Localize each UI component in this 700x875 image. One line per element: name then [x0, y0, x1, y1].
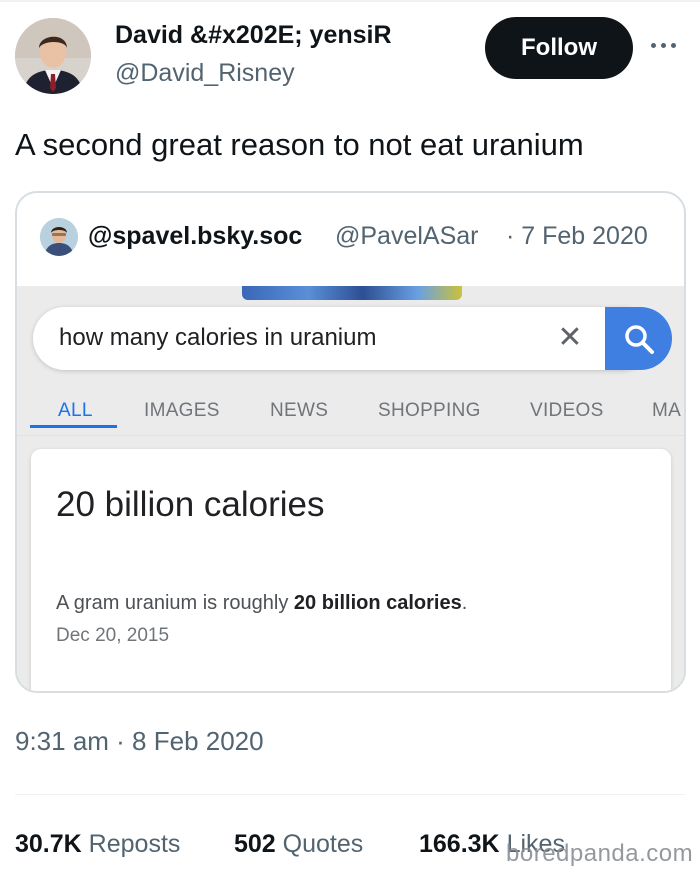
top-divider — [0, 0, 700, 2]
tweet-text: A second great reason to not eat uranium — [15, 127, 584, 162]
quoted-post-card[interactable]: @spavel.bsky.soc @PavelASar · 7 Feb 2020… — [15, 191, 686, 693]
tab-news: NEWS — [270, 400, 329, 421]
snippet-prefix: A gram uranium is roughly — [56, 592, 294, 614]
author-display-name[interactable]: David &#x202E; yensiR — [115, 21, 392, 50]
more-dot — [651, 42, 656, 48]
stats-divider — [15, 794, 685, 795]
tab-all: ALL — [58, 400, 93, 421]
search-icon — [624, 324, 654, 354]
likes-count: 166.3K — [419, 830, 500, 858]
tab-more: MA — [652, 400, 682, 421]
quoted-handle: @PavelASar — [335, 222, 479, 250]
quoted-author-avatar — [40, 218, 78, 256]
reposts-count: 30.7K — [15, 830, 82, 858]
quotes-count: 502 — [234, 830, 276, 858]
author-handle[interactable]: @David_Risney — [115, 59, 295, 88]
active-tab-underline — [30, 425, 117, 428]
quoted-profile-photo-icon — [40, 218, 78, 256]
profile-photo-icon — [15, 18, 91, 94]
answer-snippet: A gram uranium is roughly 20 billion cal… — [56, 592, 467, 615]
more-dot — [671, 42, 676, 48]
quotes-stat[interactable]: 502 Quotes — [234, 830, 363, 859]
search-tabs: ALL IMAGES NEWS SHOPPING VIDEOS MA — [17, 386, 684, 436]
quoted-screenshot: how many calories in uranium ✕ ALL IMAGE… — [17, 286, 684, 691]
google-doodle-fragment — [242, 286, 462, 300]
tab-videos: VIDEOS — [530, 400, 604, 421]
search-query: how many calories in uranium — [59, 324, 377, 351]
close-icon: ✕ — [557, 321, 583, 354]
snippet-date: Dec 20, 2015 — [56, 625, 170, 646]
more-dot — [661, 42, 666, 48]
quoted-display-name: @spavel.bsky.soc — [88, 222, 303, 250]
tab-shopping: SHOPPING — [378, 400, 481, 421]
quoted-date: · 7 Feb 2020 — [506, 222, 648, 250]
tab-images: IMAGES — [144, 400, 220, 421]
reposts-stat[interactable]: 30.7K Reposts — [15, 830, 180, 859]
follow-button[interactable]: Follow — [485, 17, 633, 79]
author-avatar[interactable] — [15, 18, 91, 94]
tabs-divider — [17, 435, 684, 436]
answer-card: 20 billion calories A gram uranium is ro… — [31, 449, 671, 691]
quotes-label: Quotes — [282, 830, 364, 858]
answer-text: 20 billion calories — [56, 485, 325, 524]
more-options-icon[interactable] — [651, 33, 683, 57]
reposts-label: Reposts — [88, 830, 181, 858]
snippet-bold: 20 billion calories — [293, 592, 462, 614]
watermark: boredpanda.com — [506, 840, 694, 867]
post-timestamp[interactable]: 9:31 am · 8 Feb 2020 — [15, 726, 264, 757]
search-bar: how many calories in uranium ✕ — [33, 307, 672, 370]
search-button — [605, 307, 672, 370]
snippet-suffix: . — [461, 592, 468, 614]
